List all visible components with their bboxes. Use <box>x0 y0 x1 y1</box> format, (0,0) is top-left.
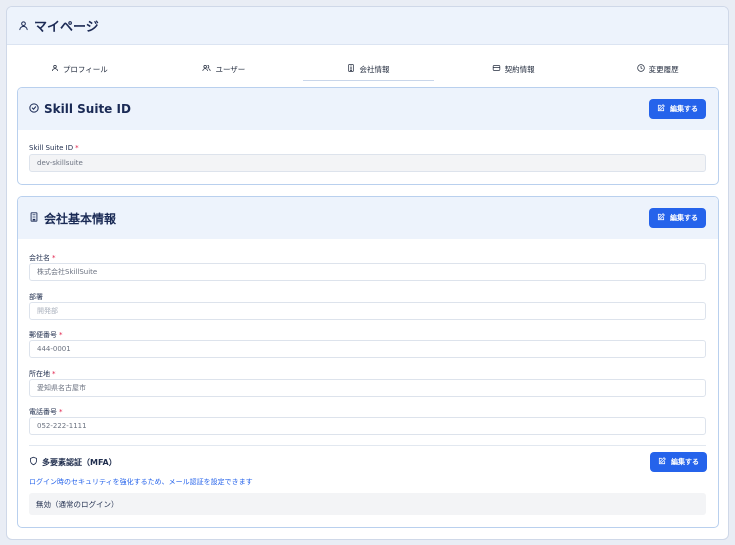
check-circle-icon <box>29 102 44 116</box>
credit-card-icon <box>492 64 505 74</box>
skill-suite-id-title: Skill Suite ID <box>44 102 131 116</box>
edit-button-label: 編集する <box>670 105 698 113</box>
skill-suite-id-card: Skill Suite ID 編集する Skill Suite ID * dev-… <box>17 87 719 185</box>
tab-contract[interactable]: 契約情報 <box>441 57 586 81</box>
required-mark: * <box>75 144 79 152</box>
shield-icon <box>29 456 42 468</box>
tab-label: 変更履歴 <box>648 64 679 74</box>
mfa-title: 多要素認証（MFA） <box>29 456 117 468</box>
users-icon <box>202 64 215 74</box>
phone-label: 電話番号 * <box>29 407 63 417</box>
mfa-status: 無効（通常のログイン） <box>29 493 706 515</box>
company-name-input[interactable]: 株式会社SkillSuite <box>29 263 706 281</box>
postal-code-label: 郵便番号 * <box>29 330 63 340</box>
card-header: Skill Suite ID 編集する <box>18 88 718 130</box>
tab-history[interactable]: 変更履歴 <box>585 57 728 81</box>
company-info-title: 会社基本情報 <box>44 211 117 226</box>
label-text: 電話番号 <box>29 408 57 416</box>
required-mark: * <box>52 370 56 378</box>
edit-button-label: 編集する <box>671 458 699 466</box>
tab-users[interactable]: ユーザー <box>152 57 297 81</box>
card-header: 会社基本情報 編集する <box>18 197 718 239</box>
required-mark: * <box>59 408 63 416</box>
address-label: 所在地 * <box>29 369 56 379</box>
label-text: 郵便番号 <box>29 331 57 339</box>
my-page: マイページ プロフィール ユーザー 会社情報 契約情報 変更履歴 Skill S… <box>6 6 729 540</box>
user-icon <box>18 16 29 35</box>
edit-icon <box>657 104 670 114</box>
skill-suite-id-input[interactable]: dev-skillsuite <box>29 154 706 172</box>
label-text: 部署 <box>29 293 43 301</box>
clock-icon <box>636 64 649 74</box>
required-mark: * <box>52 254 56 262</box>
required-mark: * <box>59 331 63 339</box>
skill-suite-id-label: Skill Suite ID * <box>29 144 79 152</box>
page-title: マイページ <box>34 20 99 35</box>
divider <box>29 445 706 446</box>
company-name-label: 会社名 * <box>29 253 56 263</box>
mfa-title-text: 多要素認証（MFA） <box>42 457 117 467</box>
mfa-description: ログイン時のセキュリティを強化するため、メール認証を設定できます <box>29 478 253 486</box>
tab-label: ユーザー <box>215 64 246 74</box>
page-header: マイページ <box>7 7 728 45</box>
tab-profile[interactable]: プロフィール <box>7 57 152 81</box>
address-input[interactable]: 愛知県名古屋市 <box>29 379 706 397</box>
department-label: 部署 <box>29 292 43 302</box>
card-title: Skill Suite ID <box>29 102 131 116</box>
edit-button-label: 編集する <box>670 214 698 222</box>
label-text: 所在地 <box>29 370 50 378</box>
user-icon <box>51 64 63 74</box>
label-text: 会社名 <box>29 254 50 262</box>
company-info-card: 会社基本情報 編集する 会社名 * 株式会社SkillSuite 部署 開発部 郵… <box>17 196 719 528</box>
edit-mfa-button[interactable]: 編集する <box>650 452 707 472</box>
tab-company[interactable]: 会社情報 <box>296 57 441 81</box>
building-icon <box>347 64 359 74</box>
edit-icon <box>657 213 670 223</box>
building-icon <box>29 211 44 225</box>
phone-input[interactable]: 052-222-1111 <box>29 417 706 435</box>
card-title: 会社基本情報 <box>29 210 116 227</box>
department-input[interactable]: 開発部 <box>29 302 706 320</box>
tab-label: 会社情報 <box>359 64 390 74</box>
edit-icon <box>658 457 671 467</box>
tab-label: プロフィール <box>62 64 108 74</box>
label-text: Skill Suite ID <box>29 144 74 152</box>
tab-bar: プロフィール ユーザー 会社情報 契約情報 変更履歴 <box>7 57 728 81</box>
tab-label: 契約情報 <box>504 64 535 74</box>
postal-code-input[interactable]: 444-0001 <box>29 340 706 358</box>
edit-company-info-button[interactable]: 編集する <box>649 208 706 228</box>
edit-skill-suite-id-button[interactable]: 編集する <box>649 99 706 119</box>
